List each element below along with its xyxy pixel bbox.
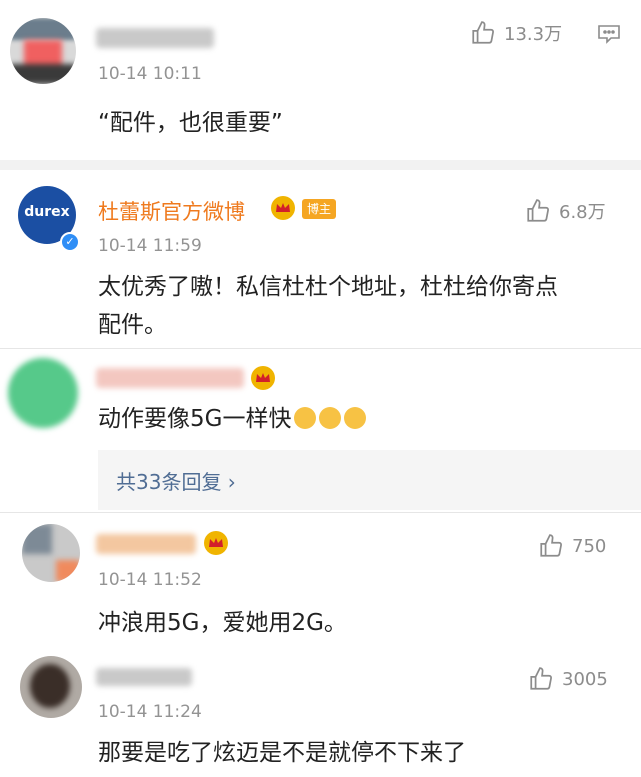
tired-face-emoji [319, 407, 342, 429]
section-divider [0, 160, 641, 170]
comment-text: 那要是吃了炫迈是不是就停不下来了 [98, 740, 466, 766]
comment-time: 10-14 11:24 [98, 702, 202, 722]
like-button[interactable]: 3005 [528, 666, 608, 692]
avatar[interactable] [8, 358, 78, 428]
comment-time: 10-14 11:52 [98, 570, 202, 590]
author-badge: 博主 [302, 199, 337, 219]
comment-text: “配件，也很重要” [98, 110, 283, 136]
comment-time: 10-14 10:11 [98, 64, 202, 84]
username[interactable]: 杜蕾斯官方微博 [98, 196, 245, 226]
comment-text: 动作要像5G一样快 [98, 400, 367, 438]
thumbs-up-icon [472, 21, 494, 44]
like-count: 750 [572, 535, 607, 557]
blurred-username[interactable] [96, 368, 244, 388]
tired-face-emoji [294, 407, 317, 429]
blurred-username[interactable] [96, 668, 192, 686]
comment-text: 冲浪用5G，爱她用2G。 [98, 610, 347, 636]
crown-icon [271, 196, 295, 220]
like-count: 3005 [562, 668, 608, 690]
avatar[interactable] [10, 18, 76, 84]
comment-time: 10-14 11:59 [98, 236, 202, 256]
comment-icon[interactable] [597, 24, 621, 44]
like-count: 13.3万 [504, 24, 563, 45]
comment-text-line1: 太优秀了嗷！私信杜杜个地址，杜杜给你寄点 [98, 274, 558, 300]
divider [0, 512, 641, 513]
verified-icon: ✓ [60, 232, 80, 252]
replies-box[interactable]: 共33条回复 › [98, 450, 641, 510]
crown-icon [251, 366, 275, 390]
thumbs-up-icon [530, 667, 552, 690]
divider [0, 348, 641, 349]
comment-text-content: 动作要像5G一样快 [98, 406, 292, 432]
view-replies-link[interactable]: 共33条回复 › [116, 466, 236, 495]
thumbs-up-icon [527, 199, 549, 222]
like-count: 6.8万 [559, 202, 606, 223]
comment-text-line2: 配件。 [98, 312, 167, 338]
durex-logo: durex [24, 204, 70, 220]
blurred-username[interactable] [96, 534, 196, 554]
crown-icon [204, 531, 228, 555]
tired-face-emoji [344, 407, 367, 429]
like-button[interactable]: 750 [538, 533, 606, 559]
thumbs-up-icon [540, 534, 562, 557]
like-button[interactable]: 6.8万 [525, 198, 606, 224]
like-button[interactable]: 13.3万 [470, 20, 562, 46]
avatar[interactable] [22, 524, 80, 582]
avatar[interactable] [20, 656, 82, 718]
blurred-username[interactable] [96, 28, 214, 48]
